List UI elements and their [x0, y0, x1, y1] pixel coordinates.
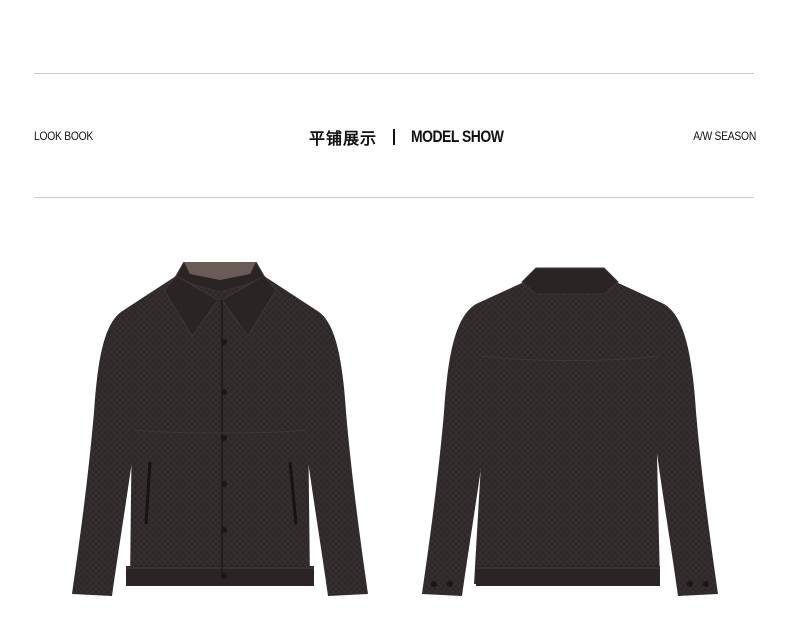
title-separator	[393, 129, 396, 145]
jacket-front-image	[72, 262, 368, 607]
jacket-back-image	[420, 262, 720, 607]
season-label: A/W SEASON	[693, 129, 756, 143]
top-divider	[34, 73, 754, 74]
lookbook-label: LOOK BOOK	[34, 129, 94, 143]
title-english: MODEL SHOW	[411, 127, 504, 146]
jacket-front-illustration	[72, 262, 368, 596]
jacket-back-illustration	[422, 267, 718, 596]
section-header: LOOK BOOK 平铺展示 MODEL SHOW A/W SEASON	[34, 124, 756, 150]
section-title: 平铺展示 MODEL SHOW	[309, 124, 524, 150]
title-chinese: 平铺展示	[309, 129, 378, 148]
bottom-divider	[34, 197, 754, 198]
